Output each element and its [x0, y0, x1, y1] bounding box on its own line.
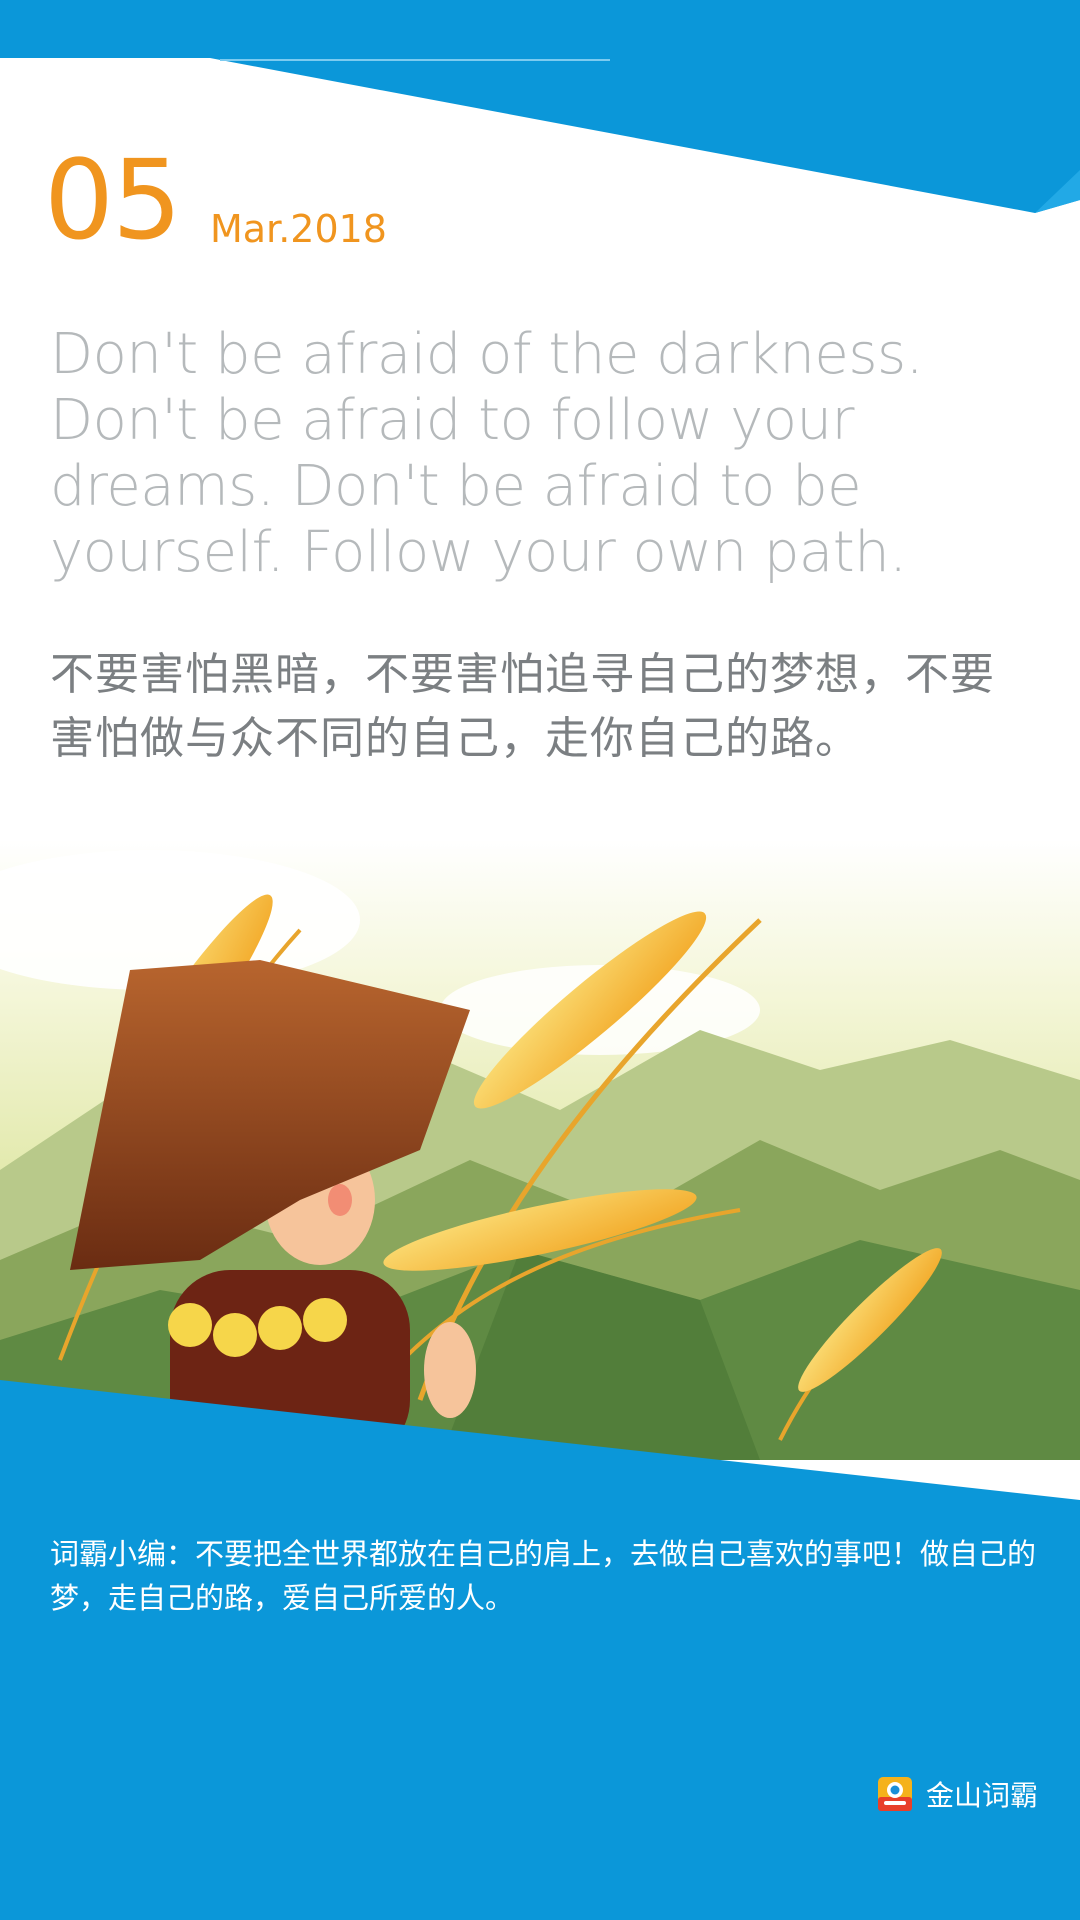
brand-name: 金山词霸: [925, 1779, 1038, 1812]
date-day: 05: [44, 136, 182, 264]
date-block: 05 Mar.2018: [44, 145, 387, 255]
editor-note: 词霸小编：不要把全世界都放在自己的肩上，去做自己喜欢的事吧！做自己的梦，走自己的…: [50, 1537, 1037, 1615]
date-month-year: Mar.2018: [209, 207, 387, 251]
kingsoft-powerword-logo-icon: [877, 1777, 912, 1811]
daily-sentence-card: 05 Mar.2018 Don't be afraid of the darkn…: [0, 0, 1080, 1920]
quote-chinese: 不要害怕黑暗，不要害怕追寻自己的梦想，不要害怕做与众不同的自己，走你自己的路。: [50, 649, 995, 764]
quote-english: Don't be afraid of the darkness. Don't b…: [50, 322, 924, 585]
illustration-image: [0, 840, 1080, 1460]
brand: 金山词霸: [876, 1774, 1038, 1814]
bottom-banner: [0, 1380, 1080, 1920]
